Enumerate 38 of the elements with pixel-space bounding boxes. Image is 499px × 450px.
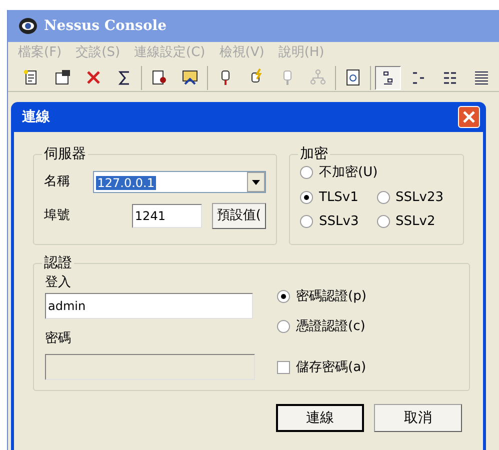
password-label: 密碼 bbox=[45, 330, 72, 348]
login-label: 登入 bbox=[45, 274, 72, 292]
radio-label: TLSv1 bbox=[319, 188, 358, 206]
radio-label: 密碼認證(p) bbox=[296, 288, 366, 306]
dialog-title: 連線 bbox=[22, 108, 50, 126]
port-field[interactable]: 1241 bbox=[132, 204, 202, 228]
radio-label: SSLv3 bbox=[319, 213, 359, 231]
dialog-button[interactable]: 連線 bbox=[276, 404, 364, 432]
group-title: 認證 bbox=[42, 254, 74, 272]
radio-button[interactable] bbox=[277, 320, 290, 333]
group-title: 加密 bbox=[298, 145, 330, 163]
default-button[interactable]: 預設值( bbox=[212, 203, 266, 229]
view1-tool-icon[interactable] bbox=[375, 66, 401, 90]
radio-label: 不加密(U) bbox=[319, 164, 378, 182]
server-combo-box[interactable]: 127.0.0.1 bbox=[93, 171, 266, 193]
caret-icon bbox=[252, 180, 260, 184]
port-label: 埠號 bbox=[44, 207, 71, 226]
close-button[interactable] bbox=[458, 106, 480, 128]
radio-button[interactable] bbox=[300, 166, 313, 180]
radio-button[interactable] bbox=[277, 290, 290, 304]
radio-label: 憑證認證(c) bbox=[296, 318, 366, 336]
eye-logo-icon bbox=[18, 17, 38, 35]
server-name-value: 127.0.0.1 bbox=[96, 176, 156, 190]
checkbox[interactable] bbox=[277, 361, 290, 374]
dropdown-button[interactable] bbox=[247, 172, 265, 192]
checkbox-label: 儲存密碼(a) bbox=[296, 359, 366, 377]
close-icon bbox=[463, 111, 475, 123]
radio-button[interactable] bbox=[376, 215, 390, 228]
group-title: 伺服器 bbox=[42, 145, 88, 163]
window-title: Nessus Console bbox=[44, 16, 167, 36]
radio-button[interactable] bbox=[376, 190, 390, 204]
radio-button[interactable] bbox=[300, 190, 313, 204]
dialog-button[interactable]: 取消 bbox=[374, 404, 462, 432]
radio-label: SSLv2 bbox=[396, 213, 436, 231]
login-field[interactable]: admin bbox=[45, 292, 253, 318]
radio-button[interactable] bbox=[300, 215, 313, 228]
radio-label: SSLv23 bbox=[396, 188, 444, 206]
name-label: 名稱 bbox=[44, 173, 71, 192]
